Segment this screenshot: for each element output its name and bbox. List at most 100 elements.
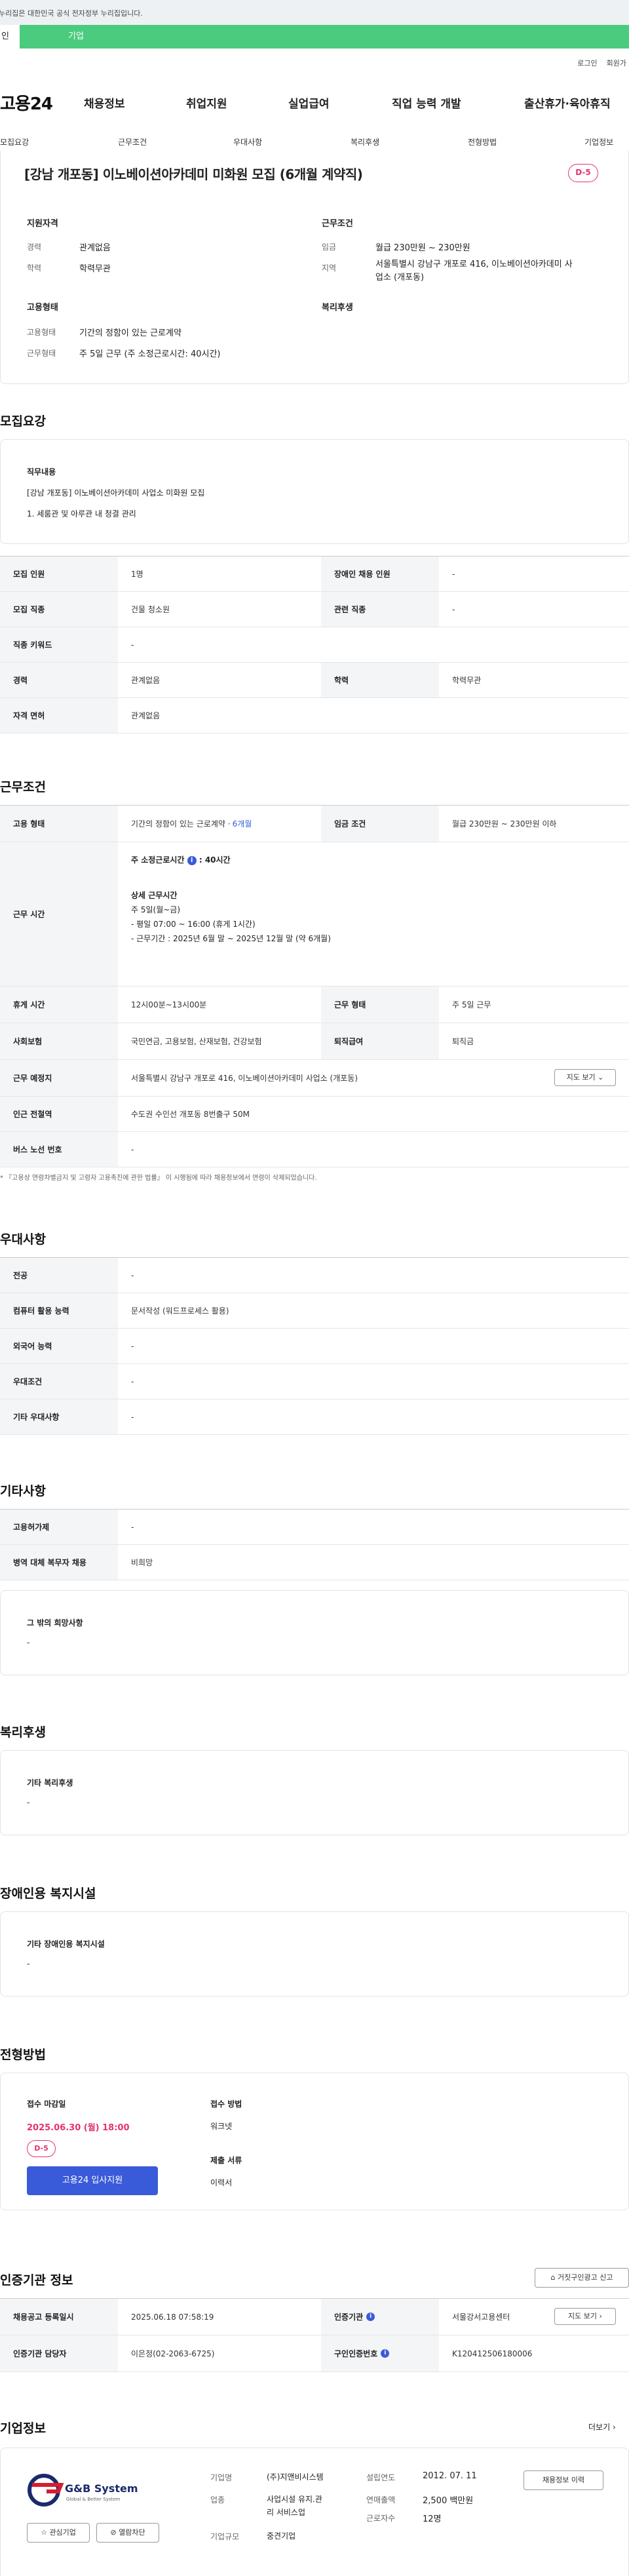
- deadline-dday-badge: D-5: [27, 2140, 56, 2157]
- map-view-label: 지도 보기: [566, 1073, 596, 1082]
- conditions-section-title: 근무조건: [0, 780, 46, 794]
- cell-key: 고용허가제: [0, 1510, 118, 1544]
- detail-hours-line3: - 근무기간 : 2025년 6월 말 ~ 2025년 12월 말 (약 6개월…: [131, 934, 331, 943]
- table-row: 사회보험 국민연금, 고용보험, 산재보험, 건강보험 퇴직급여 퇴직금: [0, 1023, 629, 1060]
- career-value: 관계없음: [79, 243, 111, 253]
- block-view-button[interactable]: ⊘ 열람차단: [96, 2523, 159, 2543]
- table-row: 인증기관 담당자 이은정(02-2063-6725) 구인인증번호 i K1204…: [0, 2335, 629, 2372]
- cell-key: 직종 키워드: [0, 627, 118, 662]
- info-icon[interactable]: i: [381, 2349, 390, 2358]
- tab-process[interactable]: 전형방법: [468, 136, 497, 147]
- employees-value: 12명: [423, 2514, 442, 2524]
- block-icon: ⊘: [110, 2528, 117, 2537]
- welfare-box: 기타 복리후생 -: [0, 1750, 629, 1835]
- worktype-label: 근무형태: [27, 349, 56, 358]
- cell-key: 인증기관 담당자: [0, 2335, 118, 2371]
- hiring-history-button[interactable]: 채용정보 이력: [524, 2470, 603, 2490]
- cell-value: -: [131, 1412, 134, 1422]
- sales-label: 연매출액: [366, 2495, 396, 2505]
- cert-map-button[interactable]: 지도 보기 ›: [554, 2308, 616, 2325]
- docs-heading: 제출 서류: [210, 2156, 242, 2165]
- region-value-line1: 서울특별시 강남구 개포로 416, 이노베이션아카데미 사: [375, 260, 573, 269]
- cell-key: 모집 인원: [0, 556, 118, 591]
- method-heading: 접수 방법: [210, 2099, 242, 2109]
- cell-key: 장애인 채용 인원: [321, 556, 439, 591]
- cell-value: 2025.06.18 07:58:19: [131, 2312, 214, 2322]
- tab-company[interactable]: 기업정보: [584, 136, 613, 147]
- industry-value-line1: 사업시설 유지.관: [267, 2495, 322, 2504]
- table-row: 채용공고 등록일시 2025.06.18 07:58:19 인증기관 i 서울강서…: [0, 2299, 629, 2335]
- util-links: 로그인 회원가: [568, 58, 626, 68]
- map-view-button[interactable]: 지도 보기 ⌄: [554, 1069, 616, 1086]
- tab-recruit[interactable]: 모집요강: [0, 136, 29, 147]
- table-row: 모집 직종 건물 청소원 관련 직종 -: [0, 592, 629, 627]
- edu-label: 학력: [27, 263, 42, 273]
- cell-value: 1명: [131, 570, 143, 579]
- age-notice: * 『고용상 연령차별금지 및 고령자 고용촉진에 관한 법률』 이 시행됨에 …: [0, 1175, 317, 1182]
- cell-key: 모집 직종: [0, 592, 118, 627]
- cell-value: -: [452, 569, 455, 579]
- table-row: 버스 노선 번호 -: [0, 1132, 629, 1167]
- welfare-value: -: [27, 1798, 30, 1807]
- star-icon: ☆: [41, 2528, 47, 2537]
- fav-company-label: 관심기업: [49, 2528, 76, 2537]
- gnb-item-benefit[interactable]: 실업급여: [288, 94, 330, 111]
- join-link[interactable]: 회원가: [607, 59, 626, 68]
- company-name-label: 기업명: [210, 2473, 233, 2482]
- cell-value: 이은정(02-2063-6725): [131, 2349, 215, 2358]
- apply-button[interactable]: 고용24 입사지원: [27, 2166, 158, 2195]
- cell-value: -: [131, 1522, 134, 1532]
- tab-welfare[interactable]: 복리후생: [351, 136, 379, 147]
- cell-value: -: [131, 1376, 134, 1386]
- detail-hours-line1: 주 5일(월~금): [131, 905, 181, 914]
- detail-hours-line2: - 평일 07:00 ~ 16:00 (휴게 1시간): [131, 920, 256, 929]
- method-value: 워크넷: [210, 2122, 233, 2131]
- week-hours-label: 주 소정근로시간: [131, 855, 185, 865]
- cell-value: -: [131, 640, 134, 650]
- wage-value: 월급 230만원 ~ 230만원: [375, 243, 470, 253]
- gnb-item-jobs[interactable]: 채용정보: [84, 94, 125, 111]
- login-link[interactable]: 로그인: [577, 59, 597, 68]
- established-label: 설립연도: [366, 2473, 396, 2482]
- cert-map-label: 지도 보기: [568, 2312, 598, 2320]
- industry-label: 업종: [210, 2495, 225, 2505]
- region-label: 지역: [322, 263, 337, 273]
- gnb-item-training[interactable]: 직업 능력 개발: [392, 94, 461, 111]
- week-hours-value: 40시간: [204, 855, 231, 865]
- gnb-item-leave[interactable]: 출산휴가·육아휴직: [524, 94, 611, 111]
- cell-value: -: [131, 1270, 134, 1280]
- table-row: 컴퓨터 활용 능력 문서작성 (워드프로세스 활용): [0, 1293, 629, 1329]
- welfare-heading: 기타 복리후생: [27, 1778, 73, 1787]
- cell-value: 기간의 정함이 있는 근로계약 · 6개월: [118, 806, 321, 842]
- established-value: 2012. 07. 11: [423, 2471, 477, 2481]
- info-icon[interactable]: i: [366, 2313, 375, 2321]
- table-row: 근무 시간 주 소정근로시간 i : 40시간 상세 근무시간 주 5일(월~금…: [0, 842, 629, 986]
- cell-key: 휴게 시간: [0, 986, 118, 1023]
- tab-conditions[interactable]: 근무조건: [118, 136, 147, 147]
- cell-value: 수도권 수인선 개포동 8번출구 50M: [131, 1110, 250, 1119]
- table-row: 고용 형태 기간의 정함이 있는 근로계약 · 6개월 임금 조건 월급 230…: [0, 806, 629, 842]
- cond-heading: 근무조건: [322, 219, 353, 229]
- cell-key: 병역 대체 복무자 채용: [0, 1545, 118, 1580]
- cell-value: 퇴직금: [452, 1037, 474, 1046]
- company-more-link[interactable]: 더보기 ›: [588, 2421, 616, 2432]
- qual-heading: 지원자격: [27, 219, 58, 229]
- page-title: [강남 개포동] 이노베이션아카데미 미화원 모집 (6개월 계약직): [24, 166, 363, 182]
- docs-value: 이력서: [210, 2178, 233, 2187]
- cell-value: 12시00분~13시00분: [131, 1000, 207, 1009]
- tab-prefer[interactable]: 우대사항: [233, 136, 262, 147]
- fav-company-button[interactable]: ☆ 관심기업: [27, 2523, 90, 2543]
- cell-key: 외국어 능력: [0, 1329, 118, 1363]
- welfare-heading: 복리후생: [322, 303, 353, 313]
- cell-key: 근무 시간: [0, 842, 118, 986]
- emp-heading: 고용형태: [27, 303, 58, 313]
- site-logo[interactable]: 고용24: [0, 90, 53, 115]
- cert-section-title: 인증기관 정보: [0, 2273, 73, 2288]
- gnb-item-support[interactable]: 취업지원: [186, 94, 227, 111]
- employees-label: 근로자수: [366, 2514, 396, 2523]
- info-icon[interactable]: i: [187, 855, 197, 865]
- gov-notice-bar: 누리집은 대한민국 공식 전자정부 누리집입니다.: [0, 0, 629, 25]
- tab-company[interactable]: 기업: [68, 25, 84, 49]
- report-button[interactable]: ⌂ 거짓구인광고 신고: [535, 2268, 629, 2288]
- tab-individual[interactable]: 인: [0, 25, 20, 49]
